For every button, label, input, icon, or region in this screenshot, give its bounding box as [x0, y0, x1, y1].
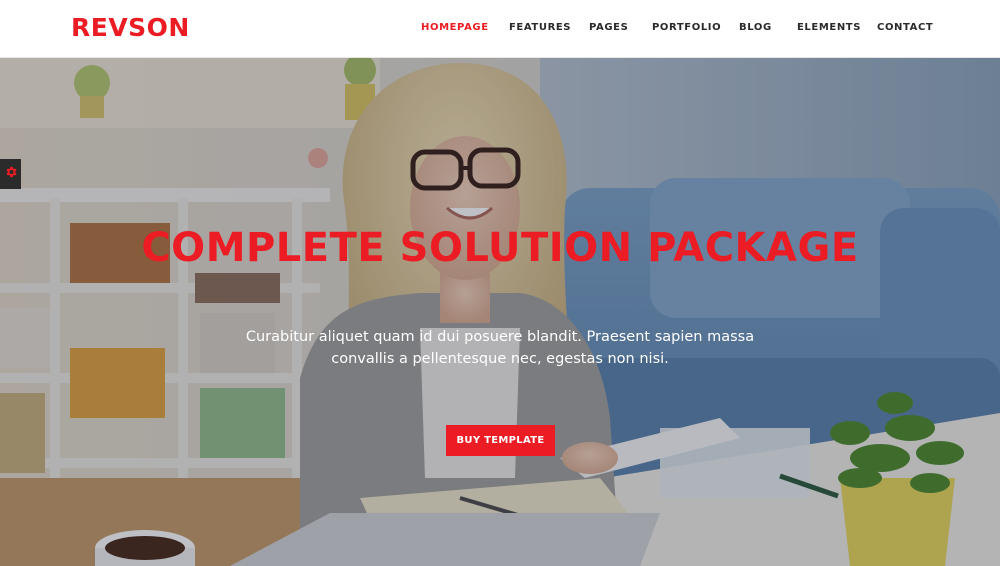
- settings-toggle[interactable]: [0, 159, 21, 189]
- hero-description: Curabitur aliquet quam id dui posuere bl…: [240, 326, 760, 370]
- nav-item-homepage[interactable]: HOMEPAGE: [421, 21, 489, 35]
- nav-item-elements[interactable]: ELEMENTS: [797, 21, 861, 35]
- hero-description-line-1: Curabitur aliquet quam id dui posuere bl…: [245, 329, 755, 345]
- nav-item-contact[interactable]: CONTACT: [877, 21, 933, 35]
- nav-item-pages[interactable]: PAGES: [589, 21, 628, 35]
- nav-item-features[interactable]: FEATURES: [509, 21, 571, 35]
- hero-title: COMPLETE SOLUTION PACKAGE: [141, 225, 859, 271]
- nav-item-blog[interactable]: BLOG: [739, 21, 772, 35]
- nav-item-portfolio[interactable]: PORTFOLIO: [652, 21, 721, 35]
- hero-overlay: [0, 58, 1000, 566]
- site-header: REVSON HOMEPAGE FEATURES PAGES PORTFOLIO…: [0, 0, 1000, 58]
- hero-description-line-2: convallis a pellentesque nec, egestas no…: [331, 351, 669, 367]
- buy-template-button[interactable]: BUY TEMPLATE: [446, 425, 555, 456]
- gear-icon: [4, 165, 18, 184]
- site-logo[interactable]: REVSON: [71, 12, 190, 44]
- hero-section: COMPLETE SOLUTION PACKAGE Curabitur aliq…: [0, 58, 1000, 566]
